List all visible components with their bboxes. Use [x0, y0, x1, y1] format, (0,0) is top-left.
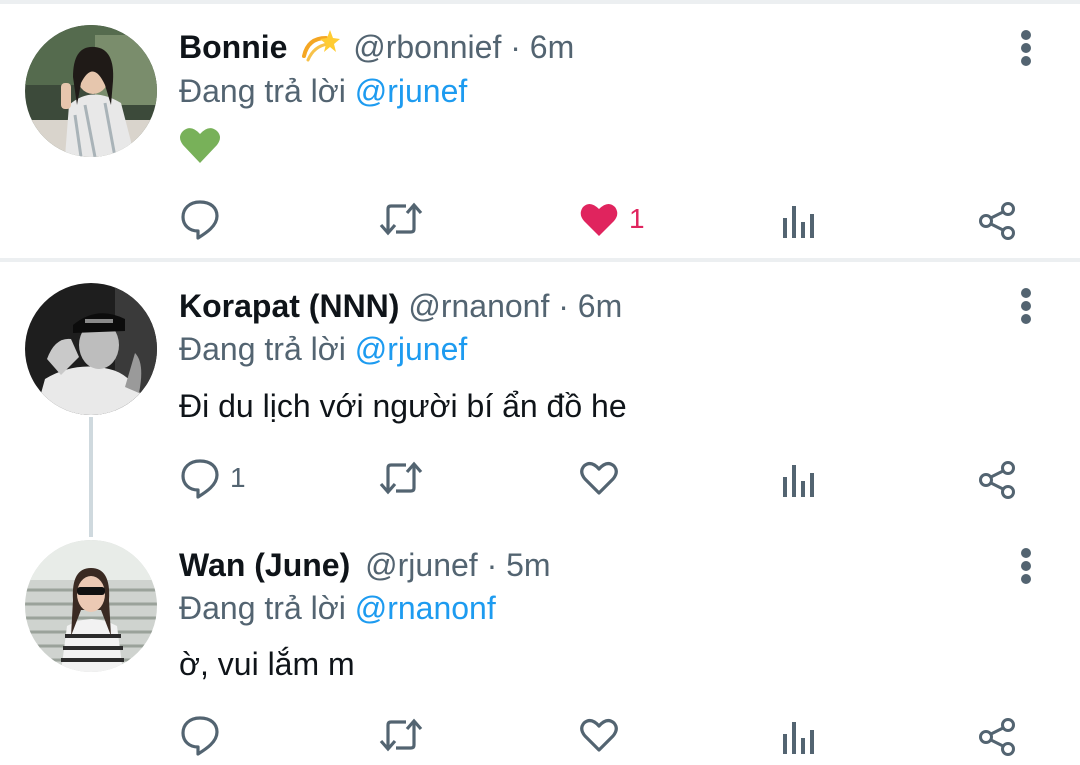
- avatar[interactable]: [25, 283, 157, 415]
- handle[interactable]: @rnanonf: [408, 288, 549, 324]
- share-button[interactable]: [978, 199, 1018, 243]
- tweet-korapat[interactable]: Korapat (NNN) @rnanonf · 6m Đang trả lời…: [0, 262, 1080, 532]
- replying-to-label: Đang trả lời: [179, 590, 346, 626]
- views-button[interactable]: [781, 199, 815, 243]
- green-heart-emoji-icon: [179, 128, 221, 172]
- like-button[interactable]: [579, 713, 629, 757]
- retweet-button[interactable]: [378, 713, 434, 757]
- replying-to-label: Đang trả lời: [179, 73, 346, 109]
- heart-outline-icon: [580, 462, 618, 495]
- tweet-header: Korapat (NNN) @rnanonf · 6m: [179, 286, 622, 326]
- more-options-icon[interactable]: [1014, 28, 1038, 68]
- heart-filled-icon: [580, 203, 618, 236]
- retweet-button[interactable]: [378, 456, 434, 500]
- reply-button[interactable]: [180, 197, 230, 241]
- avatar[interactable]: [25, 25, 157, 157]
- display-name[interactable]: Bonnie: [179, 29, 287, 65]
- analytics-icon: [783, 722, 814, 754]
- heart-outline-icon: [580, 719, 618, 752]
- share-icon: [979, 461, 1015, 499]
- reply-mention-link[interactable]: @rjunef: [355, 73, 468, 109]
- reply-button[interactable]: [180, 713, 230, 757]
- avatar[interactable]: [25, 540, 157, 672]
- timestamp[interactable]: 5m: [506, 547, 550, 583]
- more-options-icon[interactable]: [1014, 546, 1038, 586]
- share-button[interactable]: [978, 715, 1018, 759]
- more-options-icon[interactable]: [1014, 286, 1038, 326]
- like-button[interactable]: [579, 456, 629, 500]
- replying-to-label: Đang trả lời: [179, 331, 346, 367]
- separator: ·: [486, 547, 498, 583]
- tweet-bonnie[interactable]: Bonnie @rbonnief · 6m Đang trả lời @rjun…: [0, 0, 1080, 258]
- replying-to: Đang trả lời @rjunef: [179, 71, 467, 111]
- reply-count: 1: [230, 462, 246, 493]
- reply-icon: [181, 459, 219, 499]
- retweet-icon: [379, 718, 423, 752]
- separator: ·: [558, 288, 569, 324]
- retweet-icon: [379, 461, 423, 495]
- reply-icon: [181, 716, 219, 756]
- handle[interactable]: @rbonnief: [353, 29, 501, 65]
- dizzy-emoji-icon: [300, 28, 341, 71]
- reply-mention-link[interactable]: @rjunef: [355, 331, 468, 367]
- tweet-header: Bonnie @rbonnief · 6m: [179, 27, 574, 71]
- analytics-icon: [783, 465, 814, 497]
- timestamp[interactable]: 6m: [530, 29, 574, 65]
- tweet-wan[interactable]: Wan (June) @rjunef · 5m Đang trả lời @rn…: [0, 532, 1080, 765]
- separator: ·: [510, 29, 521, 65]
- like-button[interactable]: 1: [579, 197, 645, 241]
- reply-button[interactable]: 1: [180, 456, 246, 500]
- display-name[interactable]: Wan (June): [179, 547, 350, 583]
- thread-connector-line: [89, 417, 93, 537]
- share-icon: [979, 202, 1015, 240]
- timestamp[interactable]: 6m: [578, 288, 622, 324]
- views-button[interactable]: [781, 715, 815, 759]
- retweet-button[interactable]: [378, 197, 434, 241]
- tweet-text: [179, 125, 221, 174]
- tweet-text: Đi du lịch với người bí ẩn đồ he: [179, 388, 627, 424]
- share-button[interactable]: [978, 458, 1018, 502]
- tweet-text: ờ, vui lắm m: [179, 646, 355, 682]
- share-icon: [979, 718, 1015, 756]
- replying-to: Đang trả lời @rjunef: [179, 329, 467, 369]
- replying-to: Đang trả lời @rnanonf: [179, 588, 496, 628]
- like-count: 1: [629, 203, 645, 234]
- analytics-icon: [783, 206, 814, 238]
- handle[interactable]: @rjunef: [365, 547, 478, 583]
- views-button[interactable]: [781, 458, 815, 502]
- reply-icon: [181, 200, 219, 240]
- retweet-icon: [379, 202, 423, 236]
- tweet-header: Wan (June) @rjunef · 5m: [179, 545, 551, 585]
- reply-mention-link[interactable]: @rnanonf: [355, 590, 496, 626]
- display-name[interactable]: Korapat (NNN): [179, 288, 399, 324]
